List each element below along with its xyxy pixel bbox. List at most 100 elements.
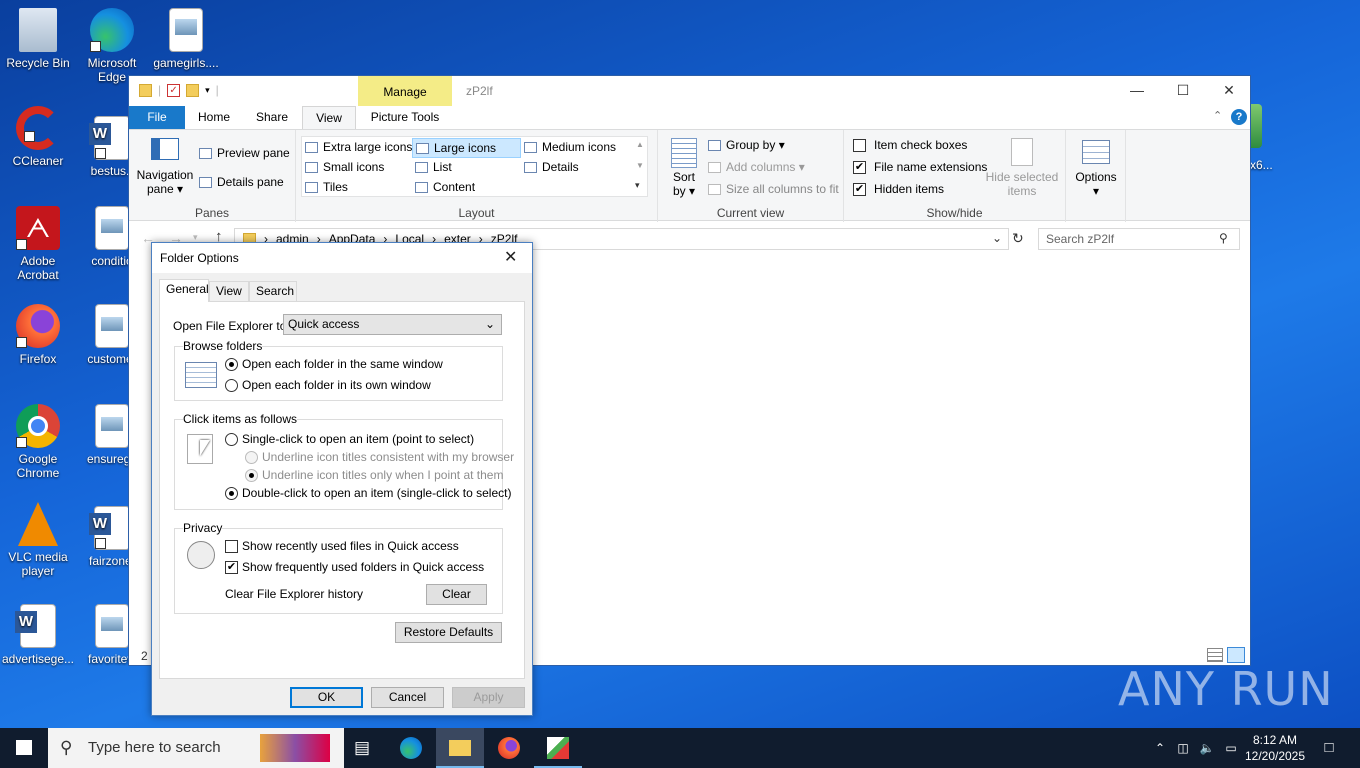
group-by-button[interactable]: Group by ▾ (708, 138, 785, 152)
word-doc-icon: W (89, 506, 130, 550)
layout-details[interactable]: Details (524, 160, 579, 174)
word-doc-icon: W (89, 116, 130, 160)
desktop-icon-edge[interactable]: Microsoft Edge (74, 8, 150, 84)
group-label: Show/hide (926, 206, 983, 220)
start-button[interactable] (0, 728, 48, 768)
file-name-extensions-checkbox[interactable]: ✔ (853, 160, 866, 174)
customize-qat-icon[interactable]: ▾ (205, 85, 210, 96)
item-check-boxes-toggle[interactable]: Item check boxes (853, 138, 967, 152)
manage-contextual-tab[interactable]: Manage (358, 76, 452, 106)
gallery-more-icon[interactable]: ▾ (635, 180, 640, 191)
tab-home[interactable]: Home (189, 106, 239, 129)
radio-double-click-control[interactable] (225, 486, 238, 500)
properties-icon[interactable]: ✓ (167, 83, 181, 97)
taskbar-firefox-icon[interactable] (485, 728, 533, 768)
layout-medium-icons[interactable]: Medium icons (524, 140, 616, 154)
desktop-icon-chrome[interactable]: Google Chrome (0, 404, 76, 480)
details-view-icon[interactable] (1207, 648, 1223, 662)
radio-same-window-control[interactable] (225, 357, 238, 371)
details-pane-icon (199, 176, 212, 188)
notifications-icon[interactable]: □ (1314, 728, 1344, 768)
file-name-extensions-toggle[interactable]: ✔ File name extensions (853, 160, 987, 174)
radio-own-window-control[interactable] (225, 378, 238, 392)
radio-same-window[interactable]: Open each folder in the same window (225, 357, 443, 371)
network-icon[interactable]: ◫ (1172, 728, 1194, 768)
tab-view[interactable]: View (302, 106, 356, 130)
layout-extra-large-icons[interactable]: Extra large icons (305, 140, 412, 154)
radio-single-click[interactable]: Single-click to open an item (point to s… (225, 432, 474, 446)
display-icon[interactable]: ▭ (1220, 728, 1242, 768)
recent-files-checkbox[interactable] (225, 539, 238, 553)
preview-pane-button[interactable]: Preview pane (199, 146, 290, 160)
radio-label: Underline icon titles consistent with my… (262, 450, 515, 464)
desktop-icon-ccleaner[interactable]: CCleaner (0, 106, 76, 168)
radio-single-click-control[interactable] (225, 432, 238, 446)
taskbar-search-box[interactable]: ⚲ Type here to search (48, 728, 344, 768)
maximize-button[interactable]: ☐ (1160, 76, 1206, 106)
tab-search[interactable]: Search (249, 281, 297, 302)
desktop-icon-acrobat[interactable]: ᗅ Adobe Acrobat (0, 206, 76, 282)
layout-content[interactable]: Content (415, 180, 475, 194)
tab-general[interactable]: General (159, 279, 209, 302)
hidden-items-toggle[interactable]: ✔ Hidden items (853, 182, 944, 196)
help-icon[interactable]: ? (1231, 109, 1247, 125)
sort-label: Sort (672, 170, 695, 184)
hidden-items-checkbox[interactable]: ✔ (853, 182, 866, 196)
ok-button[interactable]: OK (290, 687, 363, 708)
search-input[interactable]: Search zP2lf (1038, 228, 1240, 250)
taskbar-app-icon[interactable] (534, 728, 582, 768)
collapse-ribbon-icon[interactable]: ⌃ (1213, 109, 1222, 122)
radio-double-click[interactable]: Double-click to open an item (single-cli… (225, 486, 511, 500)
desktop-icon-advertisege[interactable]: W advertisege... (0, 604, 76, 666)
new-folder-icon[interactable] (186, 83, 200, 97)
tab-file[interactable]: File (129, 106, 185, 129)
desktop-icon-recycle-bin[interactable]: Recycle Bin (0, 8, 76, 70)
layout-label: Details (542, 160, 579, 174)
desktop-icon-firefox[interactable]: Firefox (0, 304, 76, 366)
restore-defaults-button[interactable]: Restore Defaults (395, 622, 502, 643)
desktop-icon-label: x6... (1250, 158, 1273, 172)
volume-icon[interactable]: 🔈 (1196, 728, 1218, 768)
dialog-title: Folder Options (152, 243, 532, 273)
close-button[interactable]: ✕ (1206, 76, 1252, 106)
desktop-icon-label: Google Chrome (16, 452, 60, 480)
clear-button[interactable]: Clear (426, 584, 487, 605)
show-hidden-icons-icon[interactable]: ⌃ (1150, 728, 1170, 768)
minimize-button[interactable]: — (1114, 76, 1160, 106)
desktop-icon-gamegirls[interactable]: gamegirls.... (148, 8, 224, 70)
group-options: Options ▾ (1066, 130, 1126, 222)
taskbar-file-explorer-icon[interactable] (436, 728, 484, 768)
clear-history-label: Clear File Explorer history (225, 587, 364, 601)
tab-share[interactable]: Share (247, 106, 297, 129)
options-button[interactable]: Options ▾ (1070, 140, 1122, 198)
tab-picture-tools[interactable]: Picture Tools (358, 106, 452, 129)
task-view-button[interactable]: ▤ (338, 728, 386, 768)
open-explorer-to-select[interactable]: Quick access ⌄ (283, 314, 502, 335)
cancel-button[interactable]: Cancel (371, 687, 444, 708)
size-columns-icon (708, 183, 721, 195)
gallery-scroll-up-icon[interactable]: ▲ (636, 140, 644, 149)
frequent-folders-checkbox[interactable]: ✔ (225, 560, 238, 574)
layout-large-icons[interactable]: Large icons (412, 138, 521, 158)
layout-tiles[interactable]: Tiles (305, 180, 348, 194)
tab-view[interactable]: View (209, 281, 249, 302)
search-icon: ⚲ (1219, 231, 1228, 245)
refresh-icon[interactable]: ↻ (1012, 230, 1024, 247)
dialog-close-icon[interactable]: ✕ (504, 247, 517, 267)
details-pane-button[interactable]: Details pane (199, 175, 284, 189)
checkbox-recent-files[interactable]: Show recently used files in Quick access (225, 539, 459, 553)
details-icon (524, 161, 537, 173)
layout-small-icons[interactable]: Small icons (305, 160, 384, 174)
gallery-scroll-down-icon[interactable]: ▼ (636, 161, 644, 170)
navigation-pane-button[interactable]: Navigation pane ▾ (135, 138, 195, 196)
address-dropdown-icon[interactable]: ⌄ (992, 231, 1002, 245)
radio-own-window[interactable]: Open each folder in its own window (225, 378, 431, 392)
taskbar-edge-icon[interactable] (387, 728, 435, 768)
desktop-icon-vlc[interactable]: VLC media player (0, 502, 76, 578)
large-icons-view-icon[interactable] (1227, 647, 1245, 663)
checkbox-frequent-folders[interactable]: ✔ Show frequently used folders in Quick a… (225, 560, 484, 574)
item-check-boxes-checkbox[interactable] (853, 138, 866, 152)
layout-list[interactable]: List (415, 160, 452, 174)
clock[interactable]: 8:12 AM 12/20/2025 (1244, 728, 1306, 768)
sort-by-button[interactable]: Sort by ▾ (666, 138, 702, 198)
